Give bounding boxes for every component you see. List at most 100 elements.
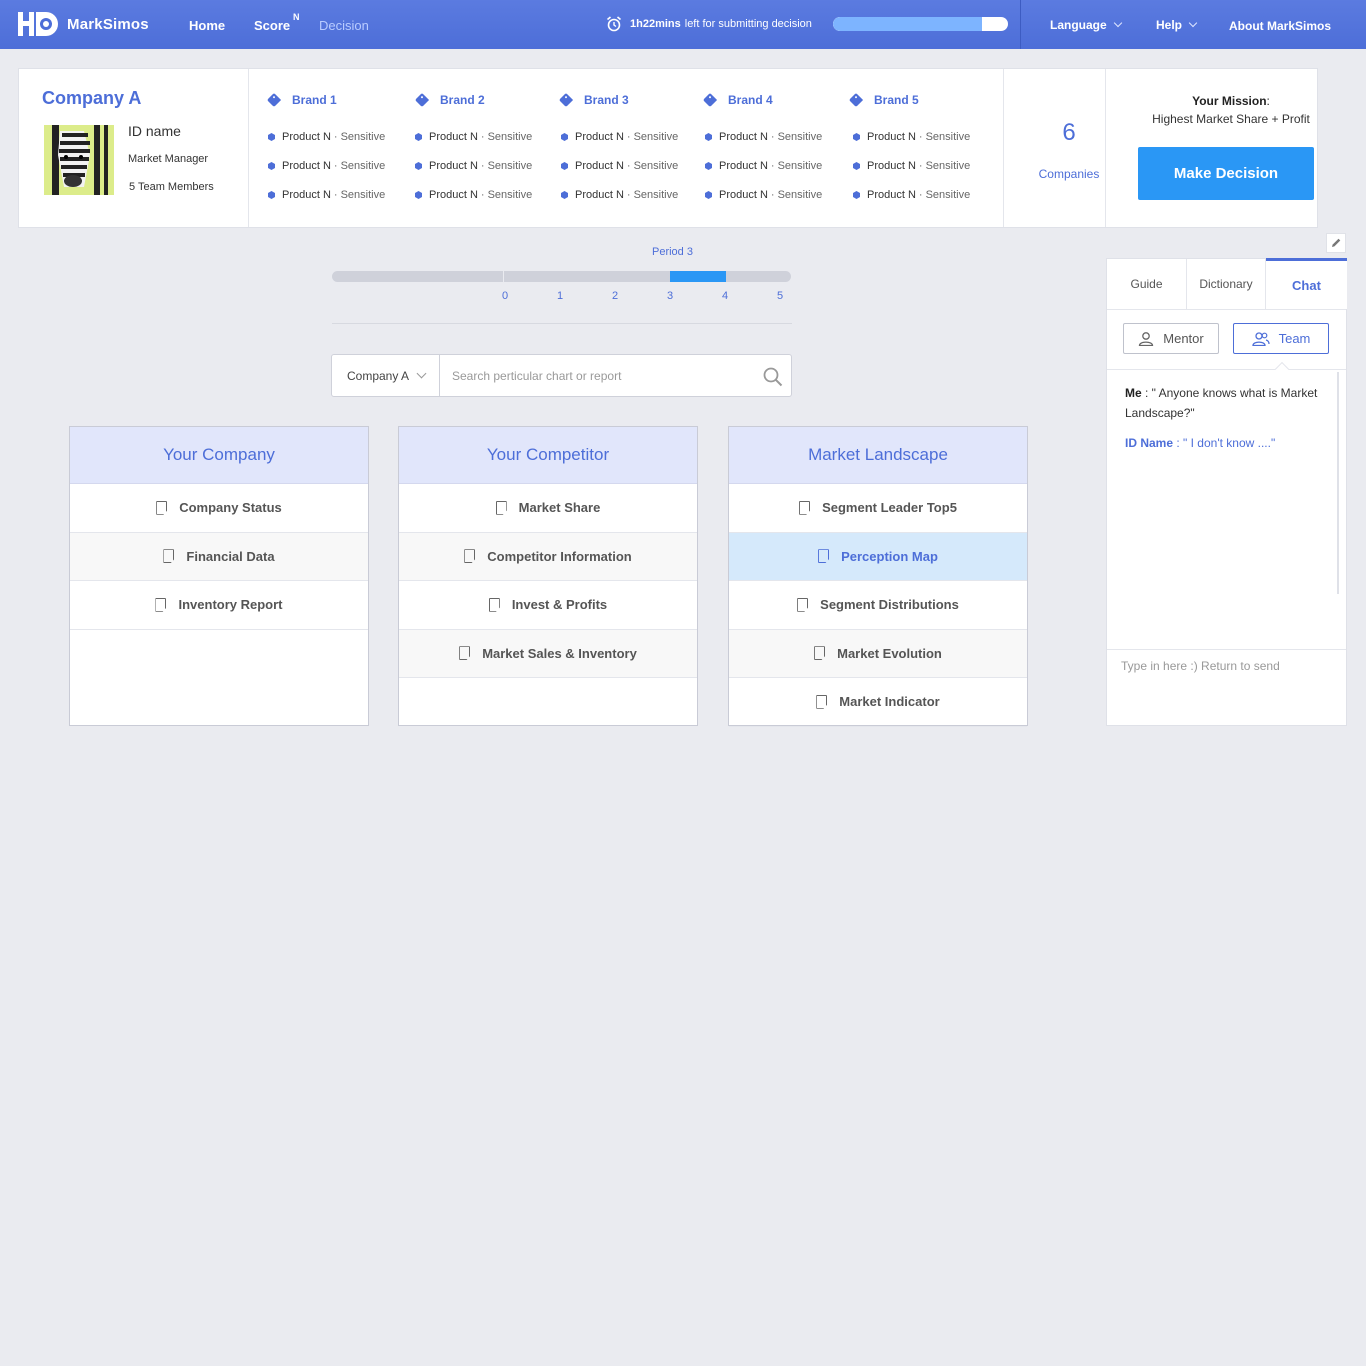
document-icon bbox=[459, 646, 471, 661]
edit-pencil-icon[interactable] bbox=[1326, 233, 1346, 253]
separator-dot: · bbox=[770, 160, 775, 172]
document-icon bbox=[797, 597, 809, 612]
report-link[interactable]: Financial Data bbox=[70, 532, 368, 581]
company-select[interactable]: Company A bbox=[332, 355, 440, 396]
product-name: Product N bbox=[867, 189, 916, 201]
report-label: Market Evolution bbox=[837, 645, 942, 661]
tag-icon bbox=[414, 92, 430, 108]
separator-dot: · bbox=[480, 189, 485, 201]
team-size: 5 Team Members bbox=[129, 181, 214, 193]
product-item[interactable]: Product N · Sensitive bbox=[415, 131, 532, 143]
alarm-clock-icon bbox=[606, 16, 622, 32]
period-selected-segment[interactable] bbox=[670, 271, 726, 282]
product-item[interactable]: Product N · Sensitive bbox=[853, 189, 970, 201]
brand-header[interactable]: Brand 4 bbox=[702, 92, 773, 108]
product-name: Product N bbox=[719, 189, 768, 201]
report-link[interactable]: Market Indicator bbox=[729, 678, 1027, 727]
document-icon bbox=[816, 694, 828, 709]
period-number[interactable]: 3 bbox=[667, 290, 673, 302]
report-column: Your Company Company Status Financial Data… bbox=[69, 426, 369, 726]
product-item[interactable]: Product N · Sensitive bbox=[268, 189, 385, 201]
period-number[interactable]: 2 bbox=[612, 290, 618, 302]
brand-name: Brand 2 bbox=[440, 93, 485, 107]
separator-dot: · bbox=[770, 189, 775, 201]
product-item[interactable]: Product N · Sensitive bbox=[705, 189, 822, 201]
help-menu[interactable]: Help bbox=[1156, 18, 1198, 32]
product-item[interactable]: Product N · Sensitive bbox=[705, 131, 822, 143]
product-item[interactable]: Product N · Sensitive bbox=[268, 160, 385, 172]
brand-header[interactable]: Brand 5 bbox=[848, 92, 919, 108]
product-item[interactable]: Product N · Sensitive bbox=[268, 131, 385, 143]
report-label: Market Share bbox=[518, 500, 601, 516]
report-link[interactable]: Market Evolution bbox=[729, 629, 1027, 678]
companies-count: 6 bbox=[1062, 119, 1076, 146]
report-label: Company Status bbox=[179, 500, 282, 516]
mission-text: Highest Market Share + Profit bbox=[1152, 112, 1310, 126]
report-link[interactable]: Invest & Profits bbox=[399, 581, 697, 630]
tab-dictionary[interactable]: Dictionary bbox=[1187, 259, 1266, 309]
cube-icon bbox=[561, 133, 568, 141]
cube-icon bbox=[268, 162, 275, 170]
document-icon bbox=[464, 549, 476, 564]
brand-header[interactable]: Brand 1 bbox=[266, 92, 337, 108]
nav-decision[interactable]: Decision bbox=[319, 18, 369, 33]
report-link[interactable]: Competitor Information bbox=[399, 532, 697, 581]
product-item[interactable]: Product N · Sensitive bbox=[561, 131, 678, 143]
tab-guide[interactable]: Guide bbox=[1107, 259, 1187, 309]
nav-home[interactable]: Home bbox=[189, 18, 225, 33]
timer-remaining: 1h22mins bbox=[630, 18, 681, 30]
separator-dot: · bbox=[918, 131, 923, 143]
team-label: Team bbox=[1278, 331, 1311, 346]
period-number[interactable]: 1 bbox=[557, 290, 563, 302]
product-type: Sensitive bbox=[487, 160, 533, 172]
product-item[interactable]: Product N · Sensitive bbox=[561, 160, 678, 172]
app-logo[interactable]: MarkSimos bbox=[18, 10, 149, 38]
team-icon bbox=[1251, 331, 1270, 346]
brand-header[interactable]: Brand 3 bbox=[558, 92, 629, 108]
product-item[interactable]: Product N · Sensitive bbox=[705, 160, 822, 172]
chat-input[interactable] bbox=[1121, 656, 1331, 676]
product-item[interactable]: Product N · Sensitive bbox=[561, 189, 678, 201]
about-link[interactable]: About MarkSimos bbox=[1229, 19, 1331, 33]
team-button[interactable]: Team bbox=[1233, 323, 1329, 354]
report-column: Your Competitor Market Share Competitor In… bbox=[398, 426, 698, 726]
report-link[interactable]: Segment Distributions bbox=[729, 581, 1027, 630]
report-label: Invest & Profits bbox=[511, 597, 608, 613]
period-number[interactable]: 5 bbox=[777, 290, 783, 302]
period-number[interactable]: 0 bbox=[502, 290, 508, 302]
timer-label: left for submitting decision bbox=[684, 18, 812, 30]
product-type: Sensitive bbox=[340, 131, 386, 143]
product-item[interactable]: Product N · Sensitive bbox=[853, 131, 970, 143]
product-item[interactable]: Product N · Sensitive bbox=[415, 160, 532, 172]
report-link[interactable]: Inventory Report bbox=[70, 581, 368, 630]
chat-panel: Guide Dictionary Chat Mentor Team Me : "… bbox=[1106, 258, 1347, 726]
report-link[interactable]: Market Share bbox=[399, 484, 697, 533]
product-name: Product N bbox=[575, 131, 624, 143]
report-link[interactable]: Perception Map bbox=[729, 532, 1027, 581]
report-search-bar: Company A bbox=[331, 354, 792, 397]
nav-score[interactable]: Score bbox=[254, 18, 290, 33]
period-number[interactable]: 4 bbox=[722, 290, 728, 302]
period-tick bbox=[503, 271, 504, 282]
user-role: Market Manager bbox=[128, 153, 209, 165]
mentor-button[interactable]: Mentor bbox=[1123, 323, 1219, 354]
language-menu[interactable]: Language bbox=[1050, 18, 1122, 32]
search-icon[interactable] bbox=[762, 366, 784, 388]
report-link[interactable]: Segment Leader Top5 bbox=[729, 484, 1027, 533]
chat-scrollbar[interactable] bbox=[1337, 372, 1339, 594]
product-name: Product N bbox=[282, 131, 331, 143]
brand-header[interactable]: Brand 2 bbox=[414, 92, 485, 108]
report-link[interactable]: Company Status bbox=[70, 484, 368, 533]
tab-chat[interactable]: Chat bbox=[1266, 258, 1347, 309]
product-item[interactable]: Product N · Sensitive bbox=[853, 160, 970, 172]
company-name: Company A bbox=[42, 88, 142, 108]
mission-title: Your Mission: bbox=[1192, 94, 1270, 108]
cube-icon bbox=[561, 191, 568, 199]
product-name: Product N bbox=[719, 131, 768, 143]
report-link[interactable]: Market Sales & Inventory bbox=[399, 629, 697, 678]
product-item[interactable]: Product N · Sensitive bbox=[415, 189, 532, 201]
product-type: Sensitive bbox=[633, 131, 679, 143]
make-decision-button[interactable]: Make Decision bbox=[1138, 147, 1314, 200]
product-type: Sensitive bbox=[633, 160, 679, 172]
search-input[interactable] bbox=[440, 355, 752, 396]
